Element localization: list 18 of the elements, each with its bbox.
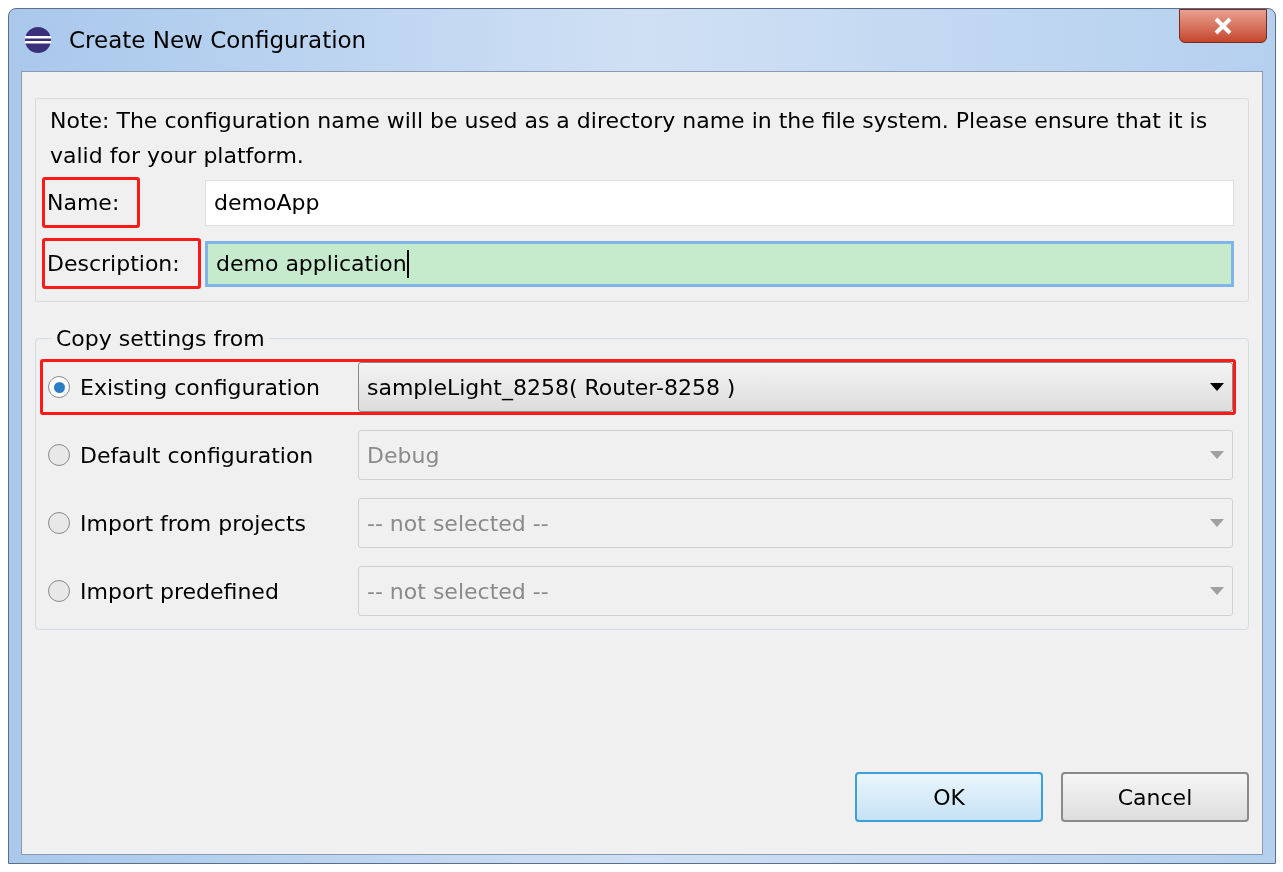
- eclipse-icon: [23, 25, 53, 55]
- field-label: Name:: [42, 177, 141, 228]
- dropdown-arrow-icon: [1210, 383, 1224, 391]
- dialog-button[interactable]: Cancel: [1061, 772, 1249, 822]
- dropdown-arrow-icon: [1210, 587, 1224, 595]
- text-field[interactable]: demoApp: [205, 179, 1234, 226]
- dropdown-arrow-icon: [1210, 451, 1224, 459]
- dropdown[interactable]: sampleLight_8258( Router-8258 ): [358, 362, 1233, 412]
- radio-option[interactable]: Existing configuration: [48, 370, 358, 404]
- field-label: Description:: [42, 238, 201, 289]
- dialog-button[interactable]: OK: [855, 772, 1043, 822]
- dropdown-arrow-icon: [1210, 519, 1224, 527]
- text-field[interactable]: demo application: [205, 240, 1234, 287]
- close-icon: [1212, 17, 1234, 35]
- window-title: Create New Configuration: [69, 25, 367, 55]
- close-button[interactable]: [1179, 9, 1267, 43]
- note-text: Note: The configuration name will be used as a directory name in the file system. Please ensure that it is valid for your platform.: [50, 107, 1209, 170]
- group-title: Copy settings from: [55, 325, 266, 353]
